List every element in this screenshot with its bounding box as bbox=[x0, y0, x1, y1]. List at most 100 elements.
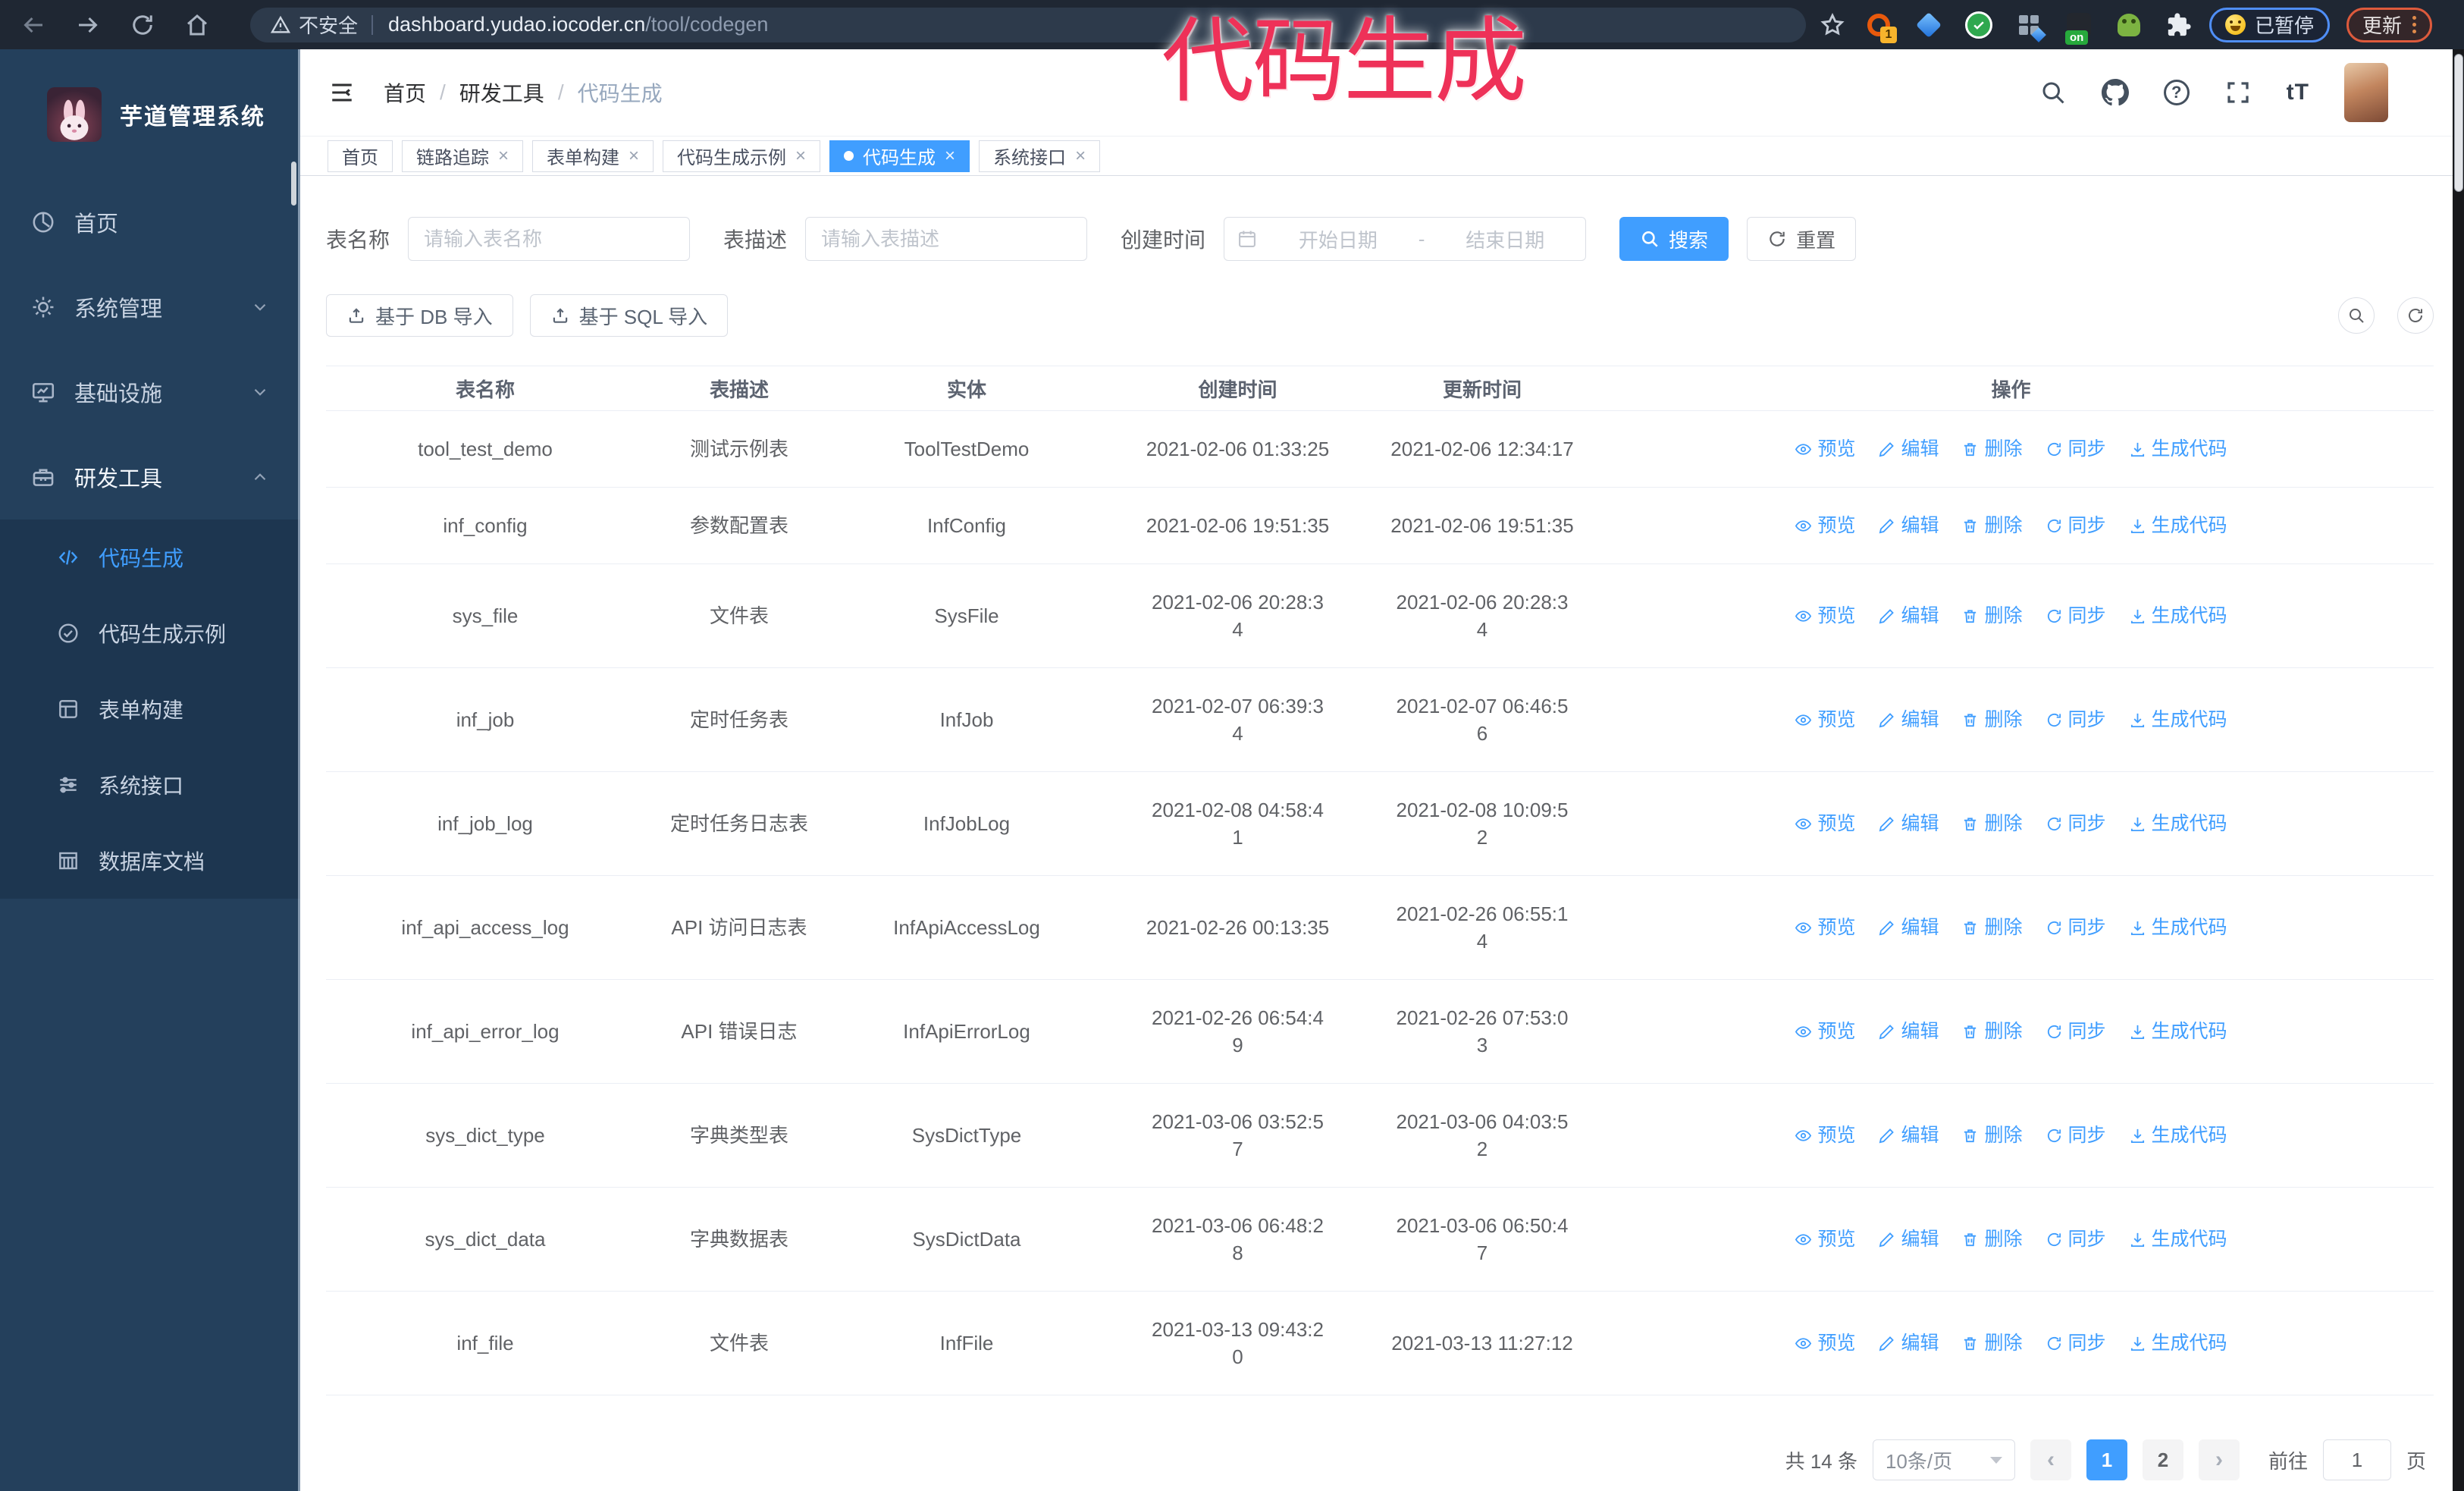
back-icon[interactable] bbox=[20, 11, 47, 39]
action-preview[interactable]: 预览 bbox=[1795, 914, 1855, 941]
extension-icon[interactable] bbox=[1964, 10, 1994, 40]
security-label[interactable]: 不安全 bbox=[299, 11, 358, 39]
action-delete[interactable]: 删除 bbox=[1961, 1226, 2023, 1253]
action-edit[interactable]: 编辑 bbox=[1878, 1226, 1939, 1253]
action-sync[interactable]: 同步 bbox=[2045, 1018, 2106, 1045]
action-preview[interactable]: 预览 bbox=[1795, 602, 1855, 629]
hide-search-button[interactable] bbox=[2338, 297, 2375, 334]
action-preview[interactable]: 预览 bbox=[1795, 1329, 1855, 1357]
action-generate[interactable]: 生成代码 bbox=[2129, 512, 2227, 539]
help-icon[interactable]: ? bbox=[2163, 80, 2190, 105]
action-sync[interactable]: 同步 bbox=[2045, 1329, 2106, 1357]
action-delete[interactable]: 删除 bbox=[1961, 1122, 2023, 1149]
action-delete[interactable]: 删除 bbox=[1961, 914, 2023, 941]
action-edit[interactable]: 编辑 bbox=[1878, 1329, 1939, 1357]
sidebar-item-dev-tools[interactable]: 研发工具 bbox=[0, 435, 300, 519]
refresh-table-button[interactable] bbox=[2397, 297, 2434, 334]
scrollbar-thumb[interactable] bbox=[2454, 54, 2463, 192]
app-logo[interactable]: 芋道管理系统 bbox=[0, 49, 300, 180]
goto-page-input[interactable] bbox=[2322, 1439, 2391, 1480]
action-delete[interactable]: 删除 bbox=[1961, 602, 2023, 629]
close-icon[interactable]: × bbox=[498, 146, 509, 165]
tab-codegen[interactable]: 代码生成 × bbox=[829, 140, 970, 172]
action-generate[interactable]: 生成代码 bbox=[2129, 706, 2227, 733]
sidebar-item-home[interactable]: 首页 bbox=[0, 180, 300, 265]
action-edit[interactable]: 编辑 bbox=[1878, 512, 1939, 539]
action-edit[interactable]: 编辑 bbox=[1878, 706, 1939, 733]
action-sync[interactable]: 同步 bbox=[2045, 914, 2106, 941]
import-db-button[interactable]: 基于 DB 导入 bbox=[326, 294, 513, 337]
action-generate[interactable]: 生成代码 bbox=[2129, 435, 2227, 463]
extension-icon[interactable] bbox=[1914, 10, 1944, 40]
table-name-input[interactable] bbox=[408, 217, 691, 261]
next-page-button[interactable]: › bbox=[2198, 1439, 2240, 1480]
extension-icon[interactable] bbox=[2014, 10, 2046, 42]
action-generate[interactable]: 生成代码 bbox=[2129, 914, 2227, 941]
action-delete[interactable]: 删除 bbox=[1961, 810, 2023, 837]
action-generate[interactable]: 生成代码 bbox=[2129, 1018, 2227, 1045]
action-preview[interactable]: 预览 bbox=[1795, 1122, 1855, 1149]
search-button[interactable]: 搜索 bbox=[1619, 217, 1729, 261]
home-icon[interactable] bbox=[183, 11, 211, 39]
tab-system-api[interactable]: 系统接口 × bbox=[979, 140, 1101, 172]
action-delete[interactable]: 删除 bbox=[1961, 1329, 2023, 1357]
action-preview[interactable]: 预览 bbox=[1795, 1018, 1855, 1045]
action-edit[interactable]: 编辑 bbox=[1878, 1122, 1939, 1149]
action-sync[interactable]: 同步 bbox=[2045, 1226, 2106, 1253]
action-sync[interactable]: 同步 bbox=[2045, 435, 2106, 463]
sidebar-scrollbar-thumb[interactable] bbox=[291, 162, 296, 206]
font-size-icon[interactable]: tT bbox=[2287, 80, 2309, 105]
action-edit[interactable]: 编辑 bbox=[1878, 602, 1939, 629]
extension-icon[interactable]: 1 bbox=[1864, 10, 1897, 43]
tab-form-builder[interactable]: 表单构建 × bbox=[532, 140, 654, 172]
table-desc-input[interactable] bbox=[805, 217, 1088, 261]
extension-icon[interactable]: on bbox=[2064, 10, 2094, 45]
action-preview[interactable]: 预览 bbox=[1795, 706, 1855, 733]
github-icon[interactable] bbox=[2101, 79, 2129, 106]
tab-codegen-example[interactable]: 代码生成示例 × bbox=[663, 140, 821, 172]
tab-tracing[interactable]: 链路追踪 × bbox=[402, 140, 524, 172]
action-generate[interactable]: 生成代码 bbox=[2129, 1122, 2227, 1149]
close-icon[interactable]: × bbox=[629, 146, 639, 165]
reset-button[interactable]: 重置 bbox=[1747, 217, 1857, 261]
action-delete[interactable]: 删除 bbox=[1961, 435, 2023, 463]
action-sync[interactable]: 同步 bbox=[2045, 1122, 2106, 1149]
tab-home[interactable]: 首页 bbox=[328, 140, 393, 172]
action-edit[interactable]: 编辑 bbox=[1878, 810, 1939, 837]
action-sync[interactable]: 同步 bbox=[2045, 810, 2106, 837]
close-icon[interactable]: × bbox=[1075, 146, 1086, 165]
fullscreen-icon[interactable] bbox=[2224, 79, 2252, 106]
action-delete[interactable]: 删除 bbox=[1961, 706, 2023, 733]
action-edit[interactable]: 编辑 bbox=[1878, 1018, 1939, 1045]
sidebar-item-system-api[interactable]: 系统接口 bbox=[0, 747, 300, 823]
action-edit[interactable]: 编辑 bbox=[1878, 914, 1939, 941]
reload-icon[interactable] bbox=[129, 11, 156, 39]
breadcrumb-home[interactable]: 首页 bbox=[384, 77, 426, 108]
close-icon[interactable]: × bbox=[945, 146, 955, 165]
sidebar-item-db-doc[interactable]: 数据库文档 bbox=[0, 823, 300, 899]
hamburger-icon[interactable] bbox=[328, 80, 356, 105]
action-delete[interactable]: 删除 bbox=[1961, 512, 2023, 539]
action-generate[interactable]: 生成代码 bbox=[2129, 810, 2227, 837]
extension-icon[interactable] bbox=[2114, 10, 2144, 40]
breadcrumb-dev-tools[interactable]: 研发工具 bbox=[459, 77, 544, 108]
extensions-puzzle-icon[interactable] bbox=[2164, 10, 2194, 40]
sidebar-item-codegen-example[interactable]: 代码生成示例 bbox=[0, 595, 300, 671]
action-preview[interactable]: 预览 bbox=[1795, 1226, 1855, 1253]
page-button-1[interactable]: 1 bbox=[2086, 1439, 2127, 1480]
action-sync[interactable]: 同步 bbox=[2045, 706, 2106, 733]
action-generate[interactable]: 生成代码 bbox=[2129, 1226, 2227, 1253]
import-sql-button[interactable]: 基于 SQL 导入 bbox=[529, 294, 729, 337]
close-icon[interactable]: × bbox=[795, 146, 806, 165]
sidebar-item-system[interactable]: 系统管理 bbox=[0, 265, 300, 350]
sidebar-item-infrastructure[interactable]: 基础设施 bbox=[0, 350, 300, 435]
action-delete[interactable]: 删除 bbox=[1961, 1018, 2023, 1045]
action-preview[interactable]: 预览 bbox=[1795, 810, 1855, 837]
sidebar-item-codegen[interactable]: 代码生成 bbox=[0, 519, 300, 595]
forward-icon[interactable] bbox=[74, 11, 102, 39]
prev-page-button[interactable]: ‹ bbox=[2030, 1439, 2071, 1480]
action-generate[interactable]: 生成代码 bbox=[2129, 602, 2227, 629]
date-range-picker[interactable]: 开始日期 - 结束日期 bbox=[1224, 217, 1587, 261]
user-avatar[interactable] bbox=[2344, 63, 2388, 122]
browser-scrollbar[interactable] bbox=[2453, 49, 2464, 1491]
